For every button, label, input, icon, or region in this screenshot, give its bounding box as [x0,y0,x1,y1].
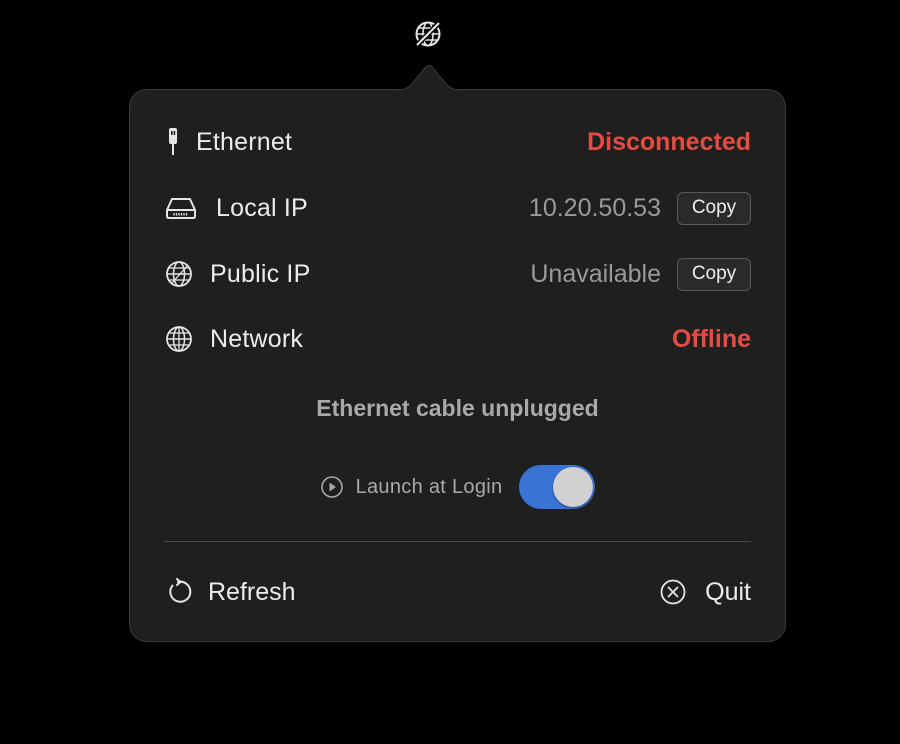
refresh-button[interactable]: Refresh [164,572,296,612]
public-ip-row: Public IP Unavailable Copy [164,254,751,294]
ethernet-row: Ethernet Disconnected [164,122,751,162]
ethernet-status-value: Disconnected [587,127,751,156]
network-row: Network Offline [164,319,751,359]
close-circle-icon [659,578,687,606]
launch-at-login-toggle[interactable] [519,465,596,509]
ethernet-plug-icon [164,127,194,157]
divider [164,541,751,542]
refresh-label: Refresh [208,577,296,606]
network-label: Network [210,324,304,353]
screen: Ethernet Disconnected Local IP 10.20.50.… [0,0,900,744]
status-popover: Ethernet Disconnected Local IP 10.20.50.… [129,89,786,642]
quit-button[interactable]: Quit [659,572,751,612]
status-hint: Ethernet cable unplugged [316,395,599,421]
local-ip-label: Local IP [216,193,308,222]
ethernet-label: Ethernet [196,127,293,156]
refresh-icon [164,578,192,606]
popover-arrow [398,65,460,91]
launch-at-login-label: Launch at Login [355,475,503,498]
network-status-value: Offline [671,324,751,353]
network-drive-icon [164,193,200,223]
public-ip-label: Public IP [210,259,311,288]
public-ip-value: Unavailable [530,259,661,288]
globe-slash-icon[interactable] [413,19,443,49]
play-circle-icon [320,475,344,499]
local-ip-row: Local IP 10.20.50.53 Copy [164,188,751,228]
globe-grid-icon [164,259,194,289]
copy-local-ip-button[interactable]: Copy [677,191,751,225]
launch-at-login-row: Launch at Login [130,464,785,510]
toggle-knob [553,467,594,507]
globe-icon [164,324,194,354]
copy-public-ip-button[interactable]: Copy [677,257,751,291]
quit-label: Quit [705,577,751,606]
local-ip-value: 10.20.50.53 [528,193,661,222]
